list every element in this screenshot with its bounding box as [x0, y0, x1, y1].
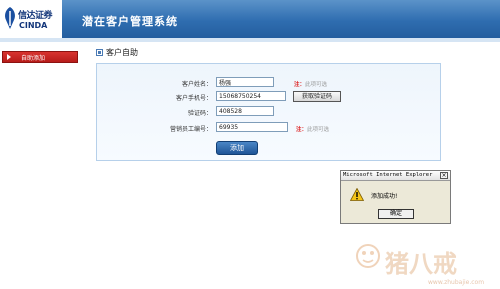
get-verification-code-button[interactable]: 获取验证码: [293, 91, 341, 102]
close-icon[interactable]: ×: [440, 172, 448, 179]
dialog-message: 添加成功!: [371, 193, 398, 200]
verification-code-label: 验证码：: [187, 110, 212, 117]
verification-code-input[interactable]: [216, 106, 274, 116]
sidebar: 自助添加: [0, 42, 86, 289]
logo-english-text: CINDA: [19, 21, 48, 30]
customer-name-label: 客户姓名：: [181, 81, 212, 88]
logo-chinese-text: 信达证券: [18, 11, 53, 21]
section-title: 客户自助: [106, 48, 138, 57]
watermark-logo-icon: [356, 244, 380, 268]
sidebar-item-label: 自助添加: [21, 55, 46, 62]
staff-id-optional-note: 注：此项可选: [296, 127, 330, 133]
staff-id-label: 营销员工编号：: [169, 126, 212, 133]
app-header: 信达证券 CINDA 潜在客户管理系统: [0, 0, 500, 38]
arrow-right-icon: [7, 54, 11, 60]
sidebar-item-self-add[interactable]: 自助添加: [2, 51, 78, 63]
ok-button[interactable]: 确定: [378, 209, 414, 219]
watermark-text: 猪八戒: [385, 250, 457, 278]
add-button[interactable]: 添加: [216, 141, 258, 155]
customer-phone-input[interactable]: [216, 91, 286, 101]
system-title: 潜在客户管理系统: [82, 15, 178, 28]
dialog-titlebar: Microsoft Internet Explorer ×: [341, 171, 450, 181]
alert-dialog: Microsoft Internet Explorer × 添加成功! 确定: [340, 170, 451, 224]
dialog-title: Microsoft Internet Explorer: [343, 172, 433, 178]
warning-icon: [350, 188, 364, 201]
cinda-logo-icon: [5, 7, 15, 29]
logo: 信达证券 CINDA: [0, 0, 62, 38]
staff-id-input[interactable]: [216, 122, 288, 132]
watermark-url: www.zhubajie.com: [428, 279, 485, 286]
section-icon: [96, 49, 103, 56]
customer-name-optional-note: 注：此项可选: [294, 82, 328, 88]
customer-phone-label: 客户手机号：: [175, 95, 212, 102]
customer-name-input[interactable]: [216, 77, 274, 87]
